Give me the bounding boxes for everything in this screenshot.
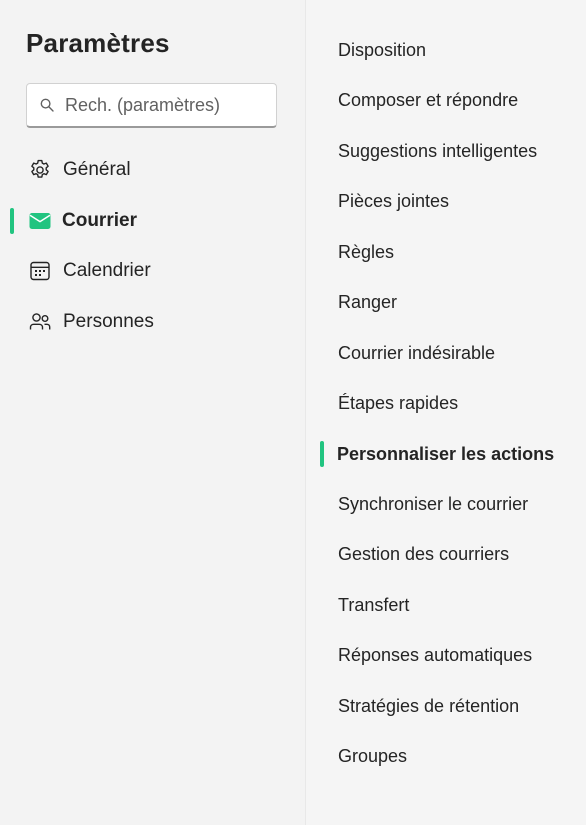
gear-icon — [28, 158, 52, 182]
calendar-icon — [28, 259, 52, 283]
subnav-item-customize-actions[interactable]: Personnaliser les actions — [306, 436, 586, 472]
nav-item-general[interactable]: Général — [0, 152, 305, 188]
subnav-item-sync-email[interactable]: Synchroniser le courrier — [306, 486, 586, 522]
subnav-item-forwarding[interactable]: Transfert — [306, 587, 586, 623]
subnav-item-label: Pièces jointes — [338, 190, 450, 211]
subnav-item-label: Synchroniser le courrier — [338, 493, 529, 514]
subnav-item-label: Stratégies de rétention — [338, 695, 520, 716]
subnav-item-label: Ranger — [338, 291, 398, 312]
nav-item-label: Personnes — [63, 311, 154, 332]
subnav-item-automatic-replies[interactable]: Réponses automatiques — [306, 637, 586, 673]
subnav-item-retention-policies[interactable]: Stratégies de rétention — [306, 688, 586, 724]
people-icon — [28, 310, 52, 334]
subnav-item-label: Disposition — [338, 39, 427, 60]
subnav-item-label: Personnaliser les actions — [337, 443, 555, 464]
subnav-item-label: Gestion des courriers — [338, 543, 510, 564]
subnav-item-quick-steps[interactable]: Étapes rapides — [306, 385, 586, 421]
subnav-item-label: Étapes rapides — [338, 392, 459, 413]
subnav-item-label: Règles — [338, 241, 395, 262]
selection-indicator — [10, 208, 14, 234]
subnav-item-junk-email[interactable]: Courrier indésirable — [306, 335, 586, 371]
subnav-item-message-handling[interactable]: Gestion des courriers — [306, 536, 586, 572]
search-input[interactable] — [65, 94, 265, 116]
nav-item-calendar[interactable]: Calendrier — [0, 253, 305, 289]
mail-icon — [28, 209, 52, 233]
page-title: Paramètres — [26, 28, 170, 58]
nav-item-label: Général — [63, 159, 131, 180]
subnav-item-groups[interactable]: Groupes — [306, 738, 586, 774]
subnav-item-rules[interactable]: Règles — [306, 234, 586, 270]
subnav-item-label: Suggestions intelligentes — [338, 140, 538, 161]
subnav-item-label: Réponses automatiques — [338, 644, 533, 665]
nav-item-label: Courrier — [62, 210, 137, 231]
subnav-item-label: Groupes — [338, 745, 408, 766]
subnav-item-sweep[interactable]: Ranger — [306, 284, 586, 320]
subnav-item-label: Transfert — [338, 594, 410, 615]
subnav-item-compose-reply[interactable]: Composer et répondre — [306, 82, 586, 118]
mail-settings-subnav: Disposition Composer et répondre Suggest… — [306, 0, 586, 825]
settings-sidebar: Paramètres Général — [0, 0, 305, 825]
selection-indicator — [320, 441, 324, 467]
nav-item-mail[interactable]: Courrier — [0, 203, 305, 239]
subnav-item-smart-suggestions[interactable]: Suggestions intelligentes — [306, 133, 586, 169]
nav-item-people[interactable]: Personnes — [0, 304, 305, 340]
search-icon — [40, 98, 54, 112]
nav-item-label: Calendrier — [63, 260, 151, 281]
subnav-item-label: Composer et répondre — [338, 89, 519, 110]
settings-window: Paramètres Général — [0, 0, 586, 825]
subnav-item-layout[interactable]: Disposition — [306, 32, 586, 68]
subnav-item-label: Courrier indésirable — [338, 342, 496, 363]
search-box[interactable] — [26, 83, 277, 128]
subnav-item-attachments[interactable]: Pièces jointes — [306, 183, 586, 219]
